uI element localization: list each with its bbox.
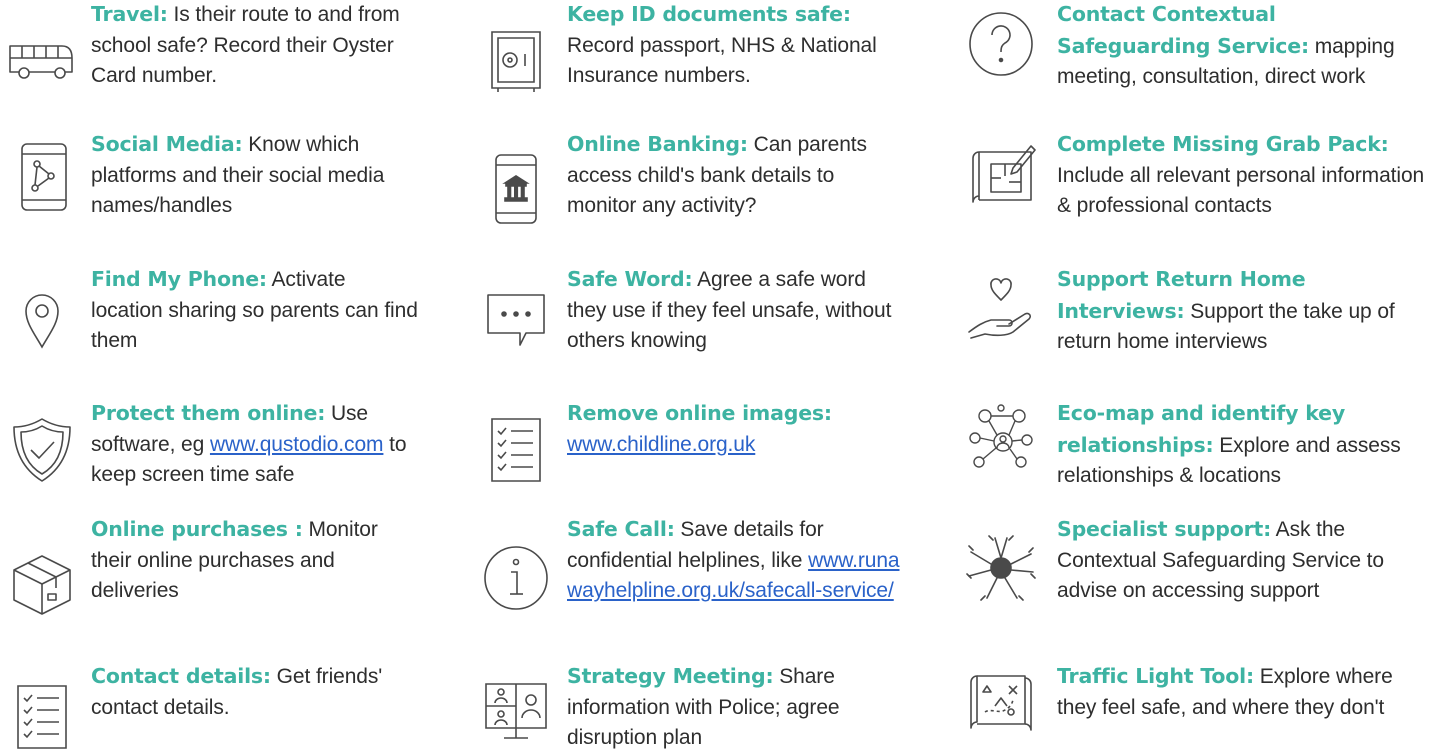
tip-link[interactable]: www.qustodio.com xyxy=(210,433,384,456)
tip-heading: Contact details: xyxy=(91,664,271,688)
parcel-box-icon xyxy=(6,548,78,620)
info-icon xyxy=(480,542,552,614)
tip-heading: Remove online images: xyxy=(567,401,832,425)
tip-heading: Keep ID documents safe: xyxy=(567,2,851,26)
tip-heading: Online Banking: xyxy=(567,132,748,156)
tip-heading: Traffic Light Tool: xyxy=(1057,664,1254,688)
video-meeting-icon xyxy=(480,676,552,748)
tip-heading: Contact Contextual Safeguarding Service: xyxy=(1057,2,1309,58)
tip-heading: Online purchases : xyxy=(91,517,303,541)
tip-body: Include all relevant personal informatio… xyxy=(1057,163,1425,218)
tip-heading: Specialist support: xyxy=(1057,517,1272,541)
checklist-icon xyxy=(480,413,552,485)
tip-heading: Social Media: xyxy=(91,132,243,156)
question-icon xyxy=(965,8,1037,80)
location-pin-icon xyxy=(6,281,78,353)
tip-heading: Protect them online: xyxy=(91,401,326,425)
tip-heading: Strategy Meeting: xyxy=(567,664,774,688)
phone-bank-icon xyxy=(480,153,552,225)
hands-together-icon xyxy=(965,532,1037,604)
tip-heading: Complete Missing Grab Pack: xyxy=(1057,132,1389,156)
blueprint-pen-icon xyxy=(965,138,1037,210)
tip-heading: Find My Phone: xyxy=(91,267,267,291)
network-people-icon xyxy=(965,400,1037,472)
treasure-map-icon xyxy=(965,666,1037,738)
tip-heading: Travel: xyxy=(91,2,168,26)
speech-bubble-icon xyxy=(480,283,552,355)
phone-network-icon xyxy=(8,140,80,212)
tip-body: Record passport, NHS & National Insuranc… xyxy=(567,33,877,88)
checklist-icon xyxy=(6,680,78,752)
tip-heading: Safe Call: xyxy=(567,517,675,541)
shield-check-icon xyxy=(6,413,78,485)
hand-heart-icon xyxy=(965,272,1037,344)
tip-heading: Safe Word: xyxy=(567,267,693,291)
tip-link[interactable]: www.childline.org.uk xyxy=(567,433,755,456)
safe-icon xyxy=(480,24,552,96)
bus-icon xyxy=(4,24,76,96)
